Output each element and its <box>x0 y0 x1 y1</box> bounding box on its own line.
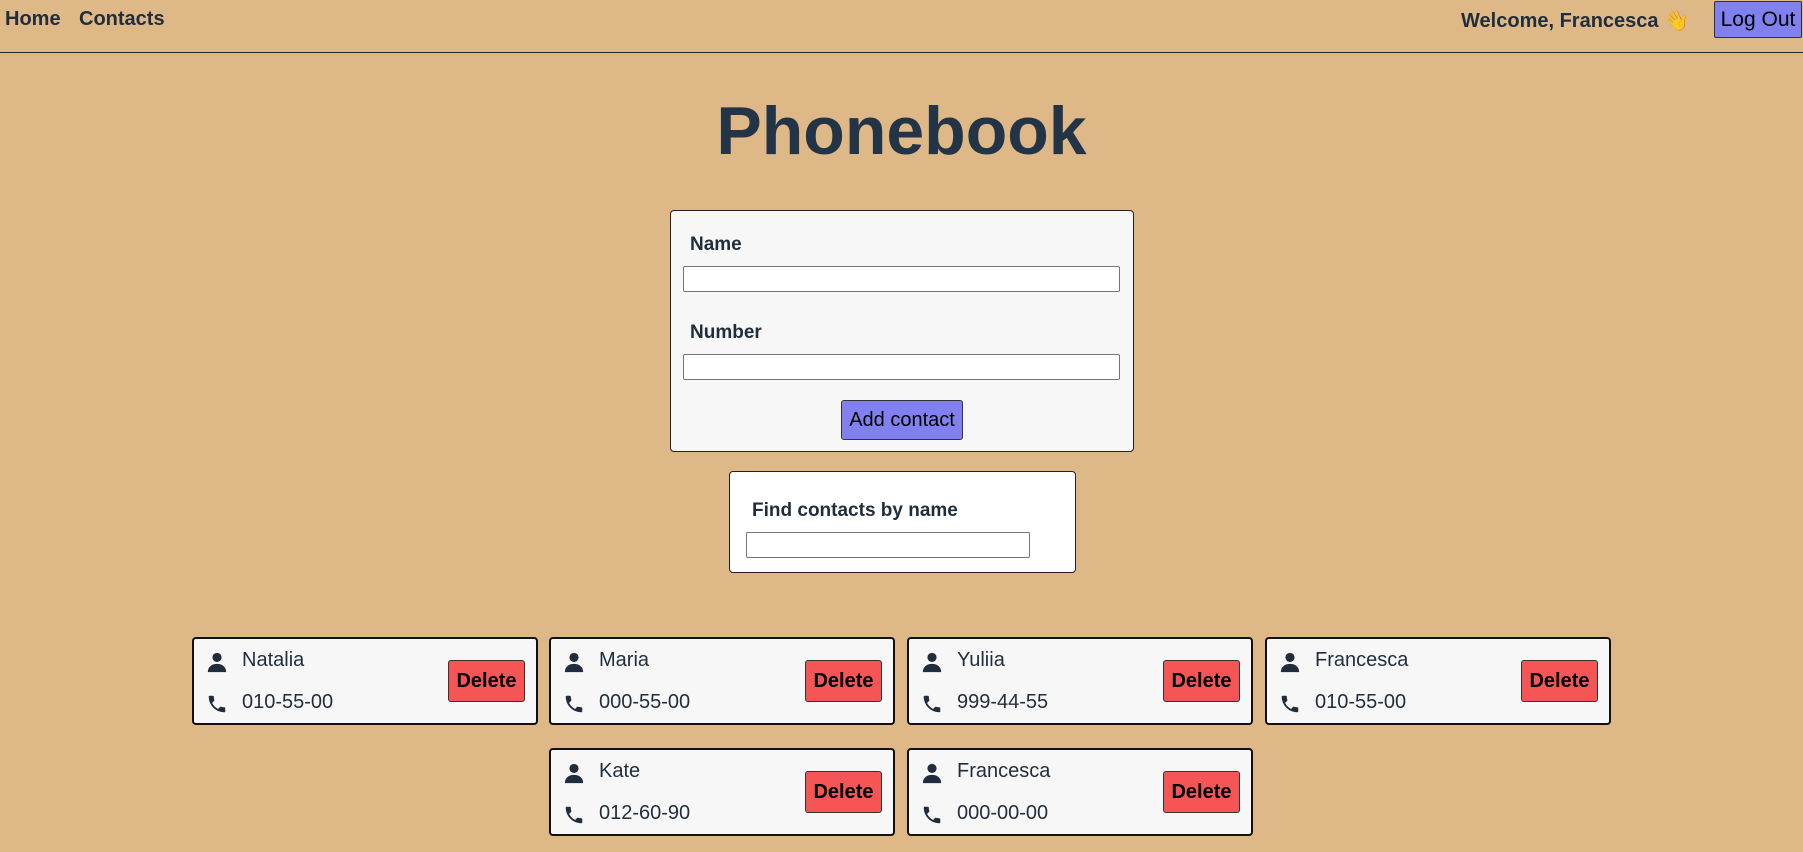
person-icon <box>921 651 943 673</box>
delete-contact-button[interactable]: Delete <box>805 660 882 702</box>
contact-card: Maria 000-55-00 Delete <box>549 637 895 725</box>
contact-name: Natalia <box>242 649 305 671</box>
delete-contact-button[interactable]: Delete <box>448 660 525 702</box>
phone-icon <box>921 693 943 715</box>
phone-icon <box>1279 693 1301 715</box>
contact-number: 999-44-55 <box>957 691 1049 713</box>
phone-icon <box>206 693 228 715</box>
name-input[interactable] <box>683 266 1120 292</box>
contact-number: 000-55-00 <box>599 691 691 713</box>
person-icon <box>1279 651 1301 673</box>
welcome-message: Welcome, Francesca 👋 <box>1461 10 1689 32</box>
person-icon <box>563 762 585 784</box>
name-field-label: Name <box>690 234 742 255</box>
contact-card: Kate 012-60-90 Delete <box>549 748 895 836</box>
filter-label: Find contacts by name <box>752 500 958 521</box>
delete-contact-button[interactable]: Delete <box>805 771 882 813</box>
contact-card: Francesca 010-55-00 Delete <box>1265 637 1611 725</box>
add-contact-form: Name Number Add contact <box>670 210 1134 452</box>
person-icon <box>921 762 943 784</box>
page-title: Phonebook <box>716 93 1087 169</box>
contact-name: Kate <box>599 760 641 782</box>
contact-card: Natalia 010-55-00 Delete <box>192 637 538 725</box>
contact-name: Francesca <box>957 760 1051 782</box>
contact-name: Francesca <box>1315 649 1409 671</box>
filter-panel: Find contacts by name <box>729 471 1076 573</box>
contact-number: 012-60-90 <box>599 802 691 824</box>
number-input[interactable] <box>683 354 1120 380</box>
delete-contact-button[interactable]: Delete <box>1163 771 1240 813</box>
top-navigation: Home Contacts Welcome, Francesca 👋 Log O… <box>0 0 1803 53</box>
contact-card: Francesca 000-00-00 Delete <box>907 748 1253 836</box>
contact-name: Maria <box>599 649 650 671</box>
phone-icon <box>921 804 943 826</box>
phone-icon <box>563 693 585 715</box>
person-icon <box>563 651 585 673</box>
add-contact-button[interactable]: Add contact <box>841 400 963 440</box>
contact-card: Yuliia 999-44-55 Delete <box>907 637 1253 725</box>
contact-number: 010-55-00 <box>242 691 334 713</box>
nav-contacts-link[interactable]: Contacts <box>79 8 165 31</box>
logout-button[interactable]: Log Out <box>1714 1 1802 38</box>
phone-icon <box>563 804 585 826</box>
number-field-label: Number <box>690 322 762 343</box>
filter-input[interactable] <box>746 532 1030 558</box>
delete-contact-button[interactable]: Delete <box>1163 660 1240 702</box>
contact-number: 010-55-00 <box>1315 691 1407 713</box>
delete-contact-button[interactable]: Delete <box>1521 660 1598 702</box>
nav-home-link[interactable]: Home <box>5 8 61 31</box>
contact-number: 000-00-00 <box>957 802 1049 824</box>
contact-name: Yuliia <box>957 649 1005 671</box>
person-icon <box>206 651 228 673</box>
